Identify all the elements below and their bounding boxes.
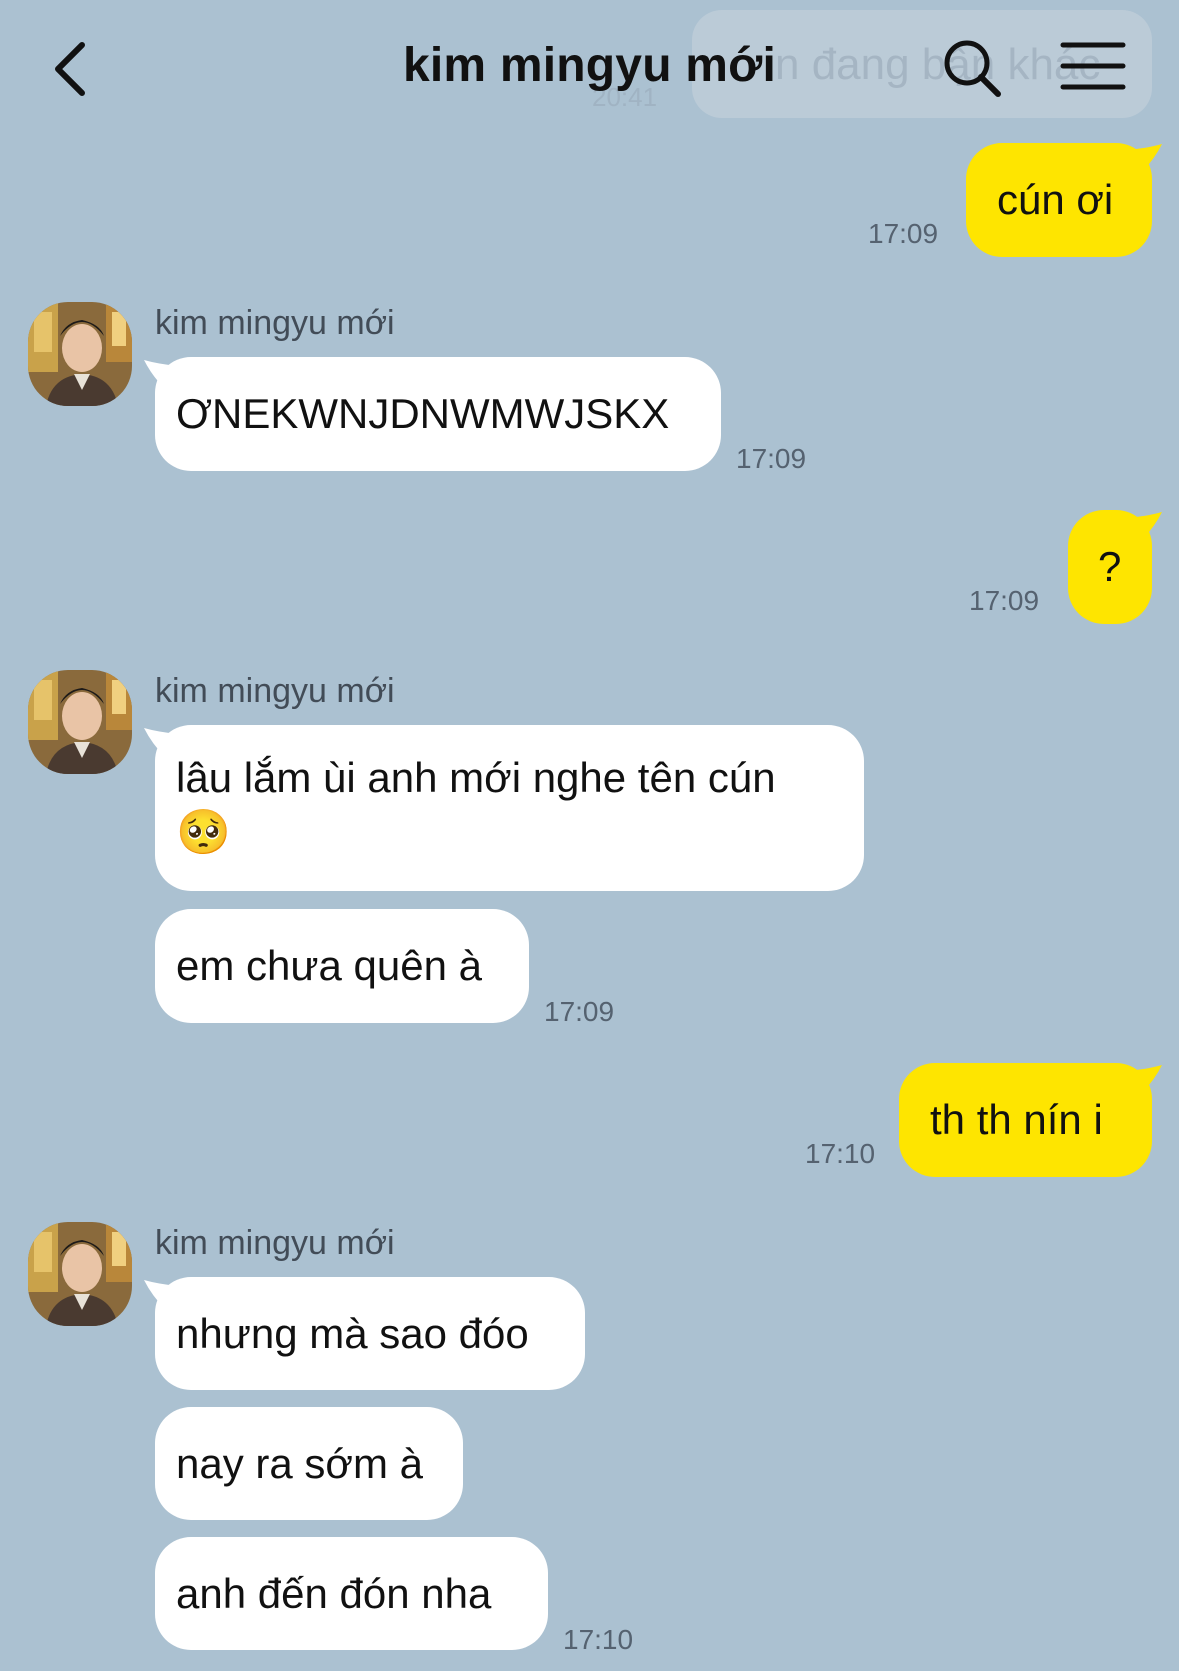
outgoing-message-bubble[interactable]: th th nín i xyxy=(899,1063,1152,1177)
message-time: 17:10 xyxy=(805,1138,876,1169)
incoming-message-bubble[interactable]: ƠNEKWNJDNWMWJSKX xyxy=(155,357,721,471)
avatar-photo xyxy=(28,1222,132,1326)
avatar[interactable] xyxy=(28,302,132,406)
message-time: 17:09 xyxy=(544,996,615,1027)
outgoing-message-bubble[interactable]: ? xyxy=(1068,510,1152,624)
incoming-message-bubble[interactable]: anh đến đón nha xyxy=(155,1537,548,1650)
sender-name: kim mingyu mới xyxy=(155,1224,395,1262)
incoming-message-bubble[interactable]: em chưa quên à xyxy=(155,909,529,1023)
menu-button[interactable] xyxy=(1060,40,1126,92)
sender-name: kim mingyu mới xyxy=(155,304,395,342)
hamburger-menu-icon xyxy=(1060,42,1126,90)
outgoing-message-bubble[interactable]: cún ơi xyxy=(966,143,1152,257)
chat-header: n đang bận khác 20:41 kim mingyu mới xyxy=(0,0,1179,130)
message-time: 17:10 xyxy=(563,1624,634,1655)
incoming-message-bubble[interactable]: lâu lắm ùi anh mới nghe tên cún 🥺 xyxy=(155,725,864,891)
incoming-message-bubble[interactable]: nay ra sớm à xyxy=(155,1407,463,1520)
chat-screen: n đang bận khác 20:41 kim mingyu mới 17:… xyxy=(0,0,1179,1671)
message-text-line: lâu lắm ùi anh mới nghe tên cún xyxy=(176,754,776,801)
search-icon xyxy=(944,40,1001,97)
pleading-face-emoji-icon: 🥺 xyxy=(176,807,231,858)
avatar-photo xyxy=(28,302,132,406)
avatar[interactable] xyxy=(28,1222,132,1326)
avatar[interactable] xyxy=(28,670,132,774)
avatar-photo xyxy=(28,670,132,774)
message-time: 17:09 xyxy=(868,218,939,249)
message-time: 17:09 xyxy=(969,585,1040,616)
sender-name: kim mingyu mới xyxy=(155,672,395,710)
message-time: 17:09 xyxy=(736,443,807,474)
search-button[interactable] xyxy=(940,36,1004,100)
incoming-message-bubble[interactable]: nhưng mà sao đóo xyxy=(155,1277,585,1390)
